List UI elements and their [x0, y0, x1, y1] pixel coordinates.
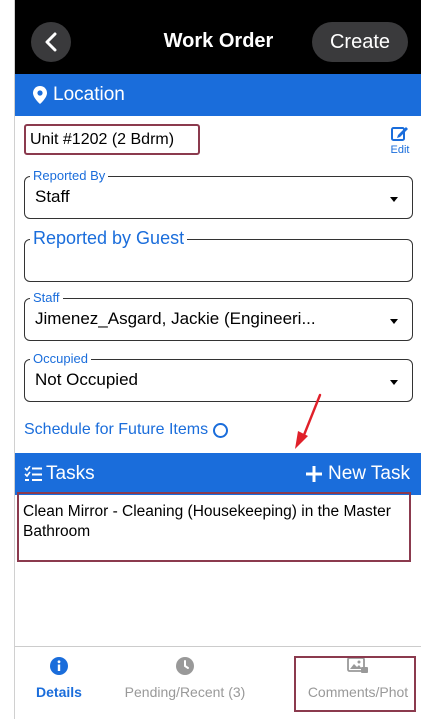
occupied-select[interactable]: Occupied Not Occupied: [24, 351, 413, 402]
dropdown-caret-icon: [390, 319, 398, 324]
task-text: Clean Mirror - Cleaning (Housekeeping) i…: [23, 503, 391, 540]
location-pin-icon: [33, 86, 47, 104]
header-bar: Work Order Create: [15, 0, 421, 74]
staff-legend: Staff: [30, 290, 63, 306]
dropdown-caret-icon: [390, 197, 398, 202]
dropdown-caret-icon: [390, 380, 398, 385]
edit-label: Edit: [390, 144, 410, 156]
tab-pending-label: Pending/Recent (3): [124, 684, 246, 700]
task-list-item[interactable]: Clean Mirror - Cleaning (Housekeeping) i…: [17, 492, 411, 562]
list-icon: [24, 466, 42, 481]
create-button[interactable]: Create: [312, 22, 408, 62]
info-icon: [50, 657, 68, 675]
reported-by-guest-legend: Reported by Guest: [30, 227, 188, 249]
location-section-bar: Location: [15, 74, 421, 116]
schedule-future-toggle[interactable]: Schedule for Future Items: [24, 421, 229, 439]
reported-by-select[interactable]: Reported By Staff: [24, 168, 413, 219]
occupied-value: Not Occupied: [35, 370, 138, 389]
plus-icon: [305, 466, 322, 482]
tab-details[interactable]: Details: [29, 657, 89, 700]
edit-location-button[interactable]: Edit: [385, 125, 415, 156]
radio-circle-icon[interactable]: [213, 422, 229, 438]
clock-icon: [176, 657, 194, 675]
tasks-section-bar: Tasks New Task: [15, 453, 421, 495]
new-task-label: New Task: [327, 463, 410, 484]
tab-details-label: Details: [36, 684, 82, 700]
reported-by-value: Staff: [35, 187, 70, 206]
staff-value: Jimenez_Asgard, Jackie (Engineeri...: [35, 309, 316, 328]
staff-select[interactable]: Staff Jimenez_Asgard, Jackie (Engineeri.…: [24, 290, 413, 341]
occupied-legend: Occupied: [30, 351, 91, 367]
tasks-section-label: Tasks: [46, 463, 95, 484]
comments-tab-highlight: [294, 656, 416, 712]
back-button[interactable]: [31, 22, 71, 62]
edit-icon: [391, 127, 408, 141]
tab-pending-recent[interactable]: Pending/Recent (3): [115, 657, 255, 700]
unit-label: Unit #1202 (2 Bdrm): [24, 124, 200, 155]
schedule-label: Schedule for Future Items: [24, 421, 209, 438]
reported-by-legend: Reported By: [30, 168, 109, 184]
phone-screen: Work Order Create Location Unit #1202 (2…: [14, 0, 421, 719]
reported-by-guest-field[interactable]: Reported by Guest: [24, 227, 413, 282]
new-task-button[interactable]: New Task: [305, 463, 410, 485]
location-section-label: Location: [53, 84, 125, 105]
chevron-left-icon: [45, 32, 57, 52]
